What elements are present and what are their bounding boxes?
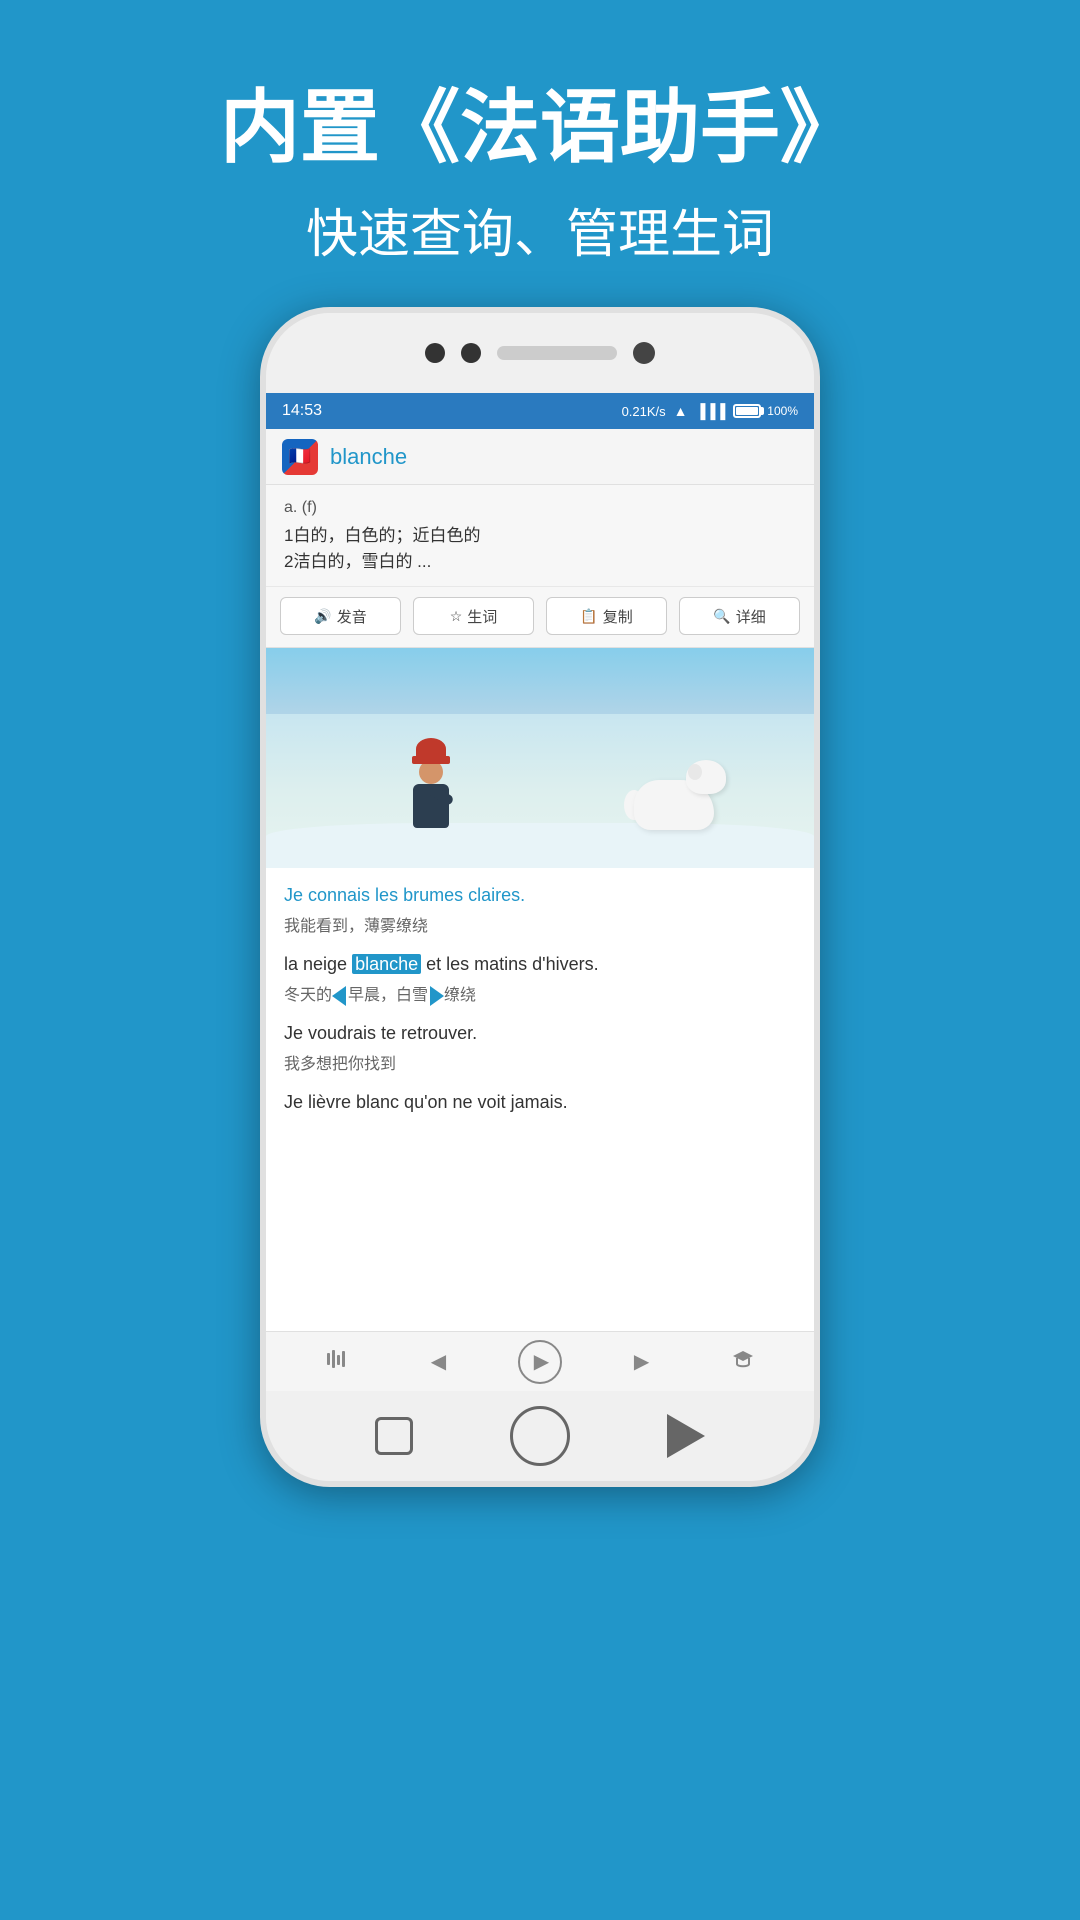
word-image: [266, 648, 814, 868]
volume-button: [260, 533, 264, 583]
sentence-3-cn: 我多想把你找到: [284, 1053, 796, 1077]
header-area: 内置《法语助手》 快速查询、管理生词: [220, 0, 860, 307]
search-bar[interactable]: 🇫🇷 blanche: [266, 429, 814, 485]
detail-label: 详细: [736, 606, 766, 627]
back-button[interactable]: [667, 1414, 705, 1458]
dog-head: [686, 760, 726, 794]
prev-icon[interactable]: ◀: [416, 1349, 460, 1374]
dict-content: a. (f) 1白的，白色的；近白色的 2洁白的，雪白的 ... 🔊 发音 ☆ …: [266, 485, 814, 1391]
sentence-1-cn: 我能看到，薄雾缭绕: [284, 915, 796, 939]
search-icon: 🔍: [713, 608, 730, 625]
pronounce-label: 发音: [337, 606, 367, 627]
selection-cursor-right: [430, 986, 444, 1006]
mountain-scene: [266, 648, 814, 868]
star-icon: ☆: [450, 608, 463, 625]
sentence-1-fr: Je connais les brumes claires.: [284, 882, 796, 909]
wifi-icon: ▲: [674, 403, 688, 419]
status-speed: 0.21K/s: [622, 404, 666, 419]
child-figure: [406, 738, 456, 838]
vocab-label: 生词: [467, 606, 497, 627]
speaker-bar: [497, 346, 617, 360]
status-bar: 14:53 0.21K/s ▲ ▐▐▐ 100%: [266, 393, 814, 429]
status-right: 0.21K/s ▲ ▐▐▐ 100%: [622, 403, 798, 419]
home-button[interactable]: [510, 1406, 570, 1466]
status-time: 14:53: [282, 402, 322, 420]
action-buttons: 🔊 发音 ☆ 生词 📋 复制 🔍 详细: [266, 587, 814, 648]
battery-fill: [736, 407, 758, 415]
graduation-icon[interactable]: [721, 1347, 765, 1377]
highlighted-blanche: blanche: [352, 954, 421, 974]
phone-cameras: [425, 342, 655, 364]
dog-figure: [624, 760, 734, 840]
selection-cursor-left: [332, 986, 346, 1006]
copy-label: 复制: [603, 606, 633, 627]
sentence-4-fr: Je lièvre blanc qu'on ne voit jamais.: [284, 1089, 796, 1116]
play-icon[interactable]: ▶: [518, 1340, 562, 1384]
battery-indicator: 100%: [733, 404, 798, 418]
sentence-3-fr: Je voudrais te retrouver.: [284, 1020, 796, 1047]
camera-center: [461, 343, 481, 363]
battery-percent: 100%: [767, 404, 798, 418]
equalizer-icon[interactable]: [315, 1347, 359, 1377]
power-button: [816, 593, 820, 673]
pronounce-button[interactable]: 🔊 发音: [280, 597, 401, 635]
sentence-2-cn: 冬天的早晨，白雪缭绕: [284, 984, 796, 1008]
phone-bezel-top: [266, 313, 814, 393]
volume-icon: 🔊: [314, 608, 331, 625]
sentence-2-fr: la neige blanche et les matins d'hivers.: [284, 951, 796, 978]
definition-area: a. (f) 1白的，白色的；近白色的 2洁白的，雪白的 ...: [266, 485, 814, 587]
camera-left: [425, 343, 445, 363]
camera-right: [633, 342, 655, 364]
child-body: [413, 784, 449, 828]
vocab-button[interactable]: ☆ 生词: [413, 597, 534, 635]
signal-bars-icon: ▐▐▐: [696, 403, 726, 419]
copy-icon: 📋: [580, 608, 597, 625]
detail-button[interactable]: 🔍 详细: [679, 597, 800, 635]
header-subtitle: 快速查询、管理生词: [220, 192, 860, 267]
copy-button[interactable]: 📋 复制: [546, 597, 667, 635]
def-line2: 2洁白的，雪白的 ...: [284, 549, 796, 575]
player-bar: ◀ ▶ ▶: [266, 1331, 814, 1391]
android-nav: [266, 1391, 814, 1481]
def-type: a. (f): [284, 499, 796, 517]
child-arm: [425, 784, 454, 807]
search-word: blanche: [330, 444, 407, 470]
battery-bar: [733, 404, 761, 418]
child-hat: [416, 738, 446, 760]
def-line1: 1白的，白色的；近白色的: [284, 523, 796, 549]
phone-mockup: 14:53 0.21K/s ▲ ▐▐▐ 100% 🇫🇷 blanche: [260, 307, 820, 1487]
next-icon[interactable]: ▶: [620, 1349, 664, 1374]
phone-screen: 14:53 0.21K/s ▲ ▐▐▐ 100% 🇫🇷 blanche: [266, 393, 814, 1391]
sentences-area: Je connais les brumes claires. 我能看到，薄雾缭绕…: [266, 868, 814, 1331]
recent-apps-button[interactable]: [375, 1417, 413, 1455]
header-title: 内置《法语助手》: [220, 80, 860, 176]
app-icon: 🇫🇷: [282, 439, 318, 475]
dog-ear: [688, 764, 702, 780]
